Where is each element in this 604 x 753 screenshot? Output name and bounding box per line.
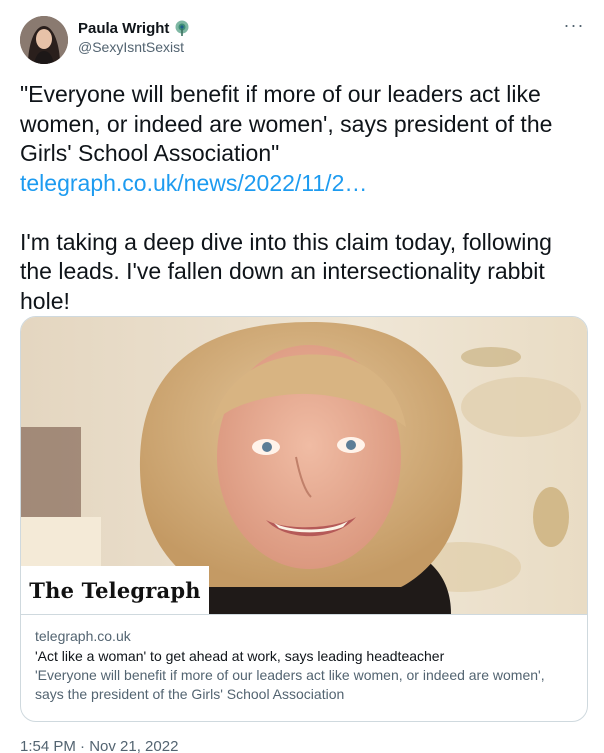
- tweet-timestamp[interactable]: 1:54 PM · Nov 21, 2022: [20, 738, 178, 753]
- avatar[interactable]: [20, 16, 68, 64]
- tweet-link[interactable]: telegraph.co.uk/news/2022/11/2…: [20, 169, 367, 199]
- card-domain: telegraph.co.uk: [35, 628, 131, 644]
- peacock-badge-icon: [173, 19, 191, 37]
- card-image: The Telegraph: [21, 317, 587, 614]
- author-handle[interactable]: @SexyIsntSexist: [78, 39, 191, 55]
- more-options-icon[interactable]: ···: [562, 16, 586, 40]
- card-description: 'Everyone will benefit if more of our le…: [35, 667, 545, 702]
- link-preview-card[interactable]: The Telegraph telegraph.co.uk 'Act like …: [20, 316, 588, 722]
- author-name[interactable]: Paula Wright: [78, 20, 169, 37]
- tweet-paragraph: "Everyone will benefit if more of our le…: [20, 81, 553, 166]
- tweet-paragraph: I'm taking a deep dive into this claim t…: [20, 228, 552, 314]
- tweet: Paula Wright @SexyIsntSexist ··· "Everyo…: [0, 0, 604, 753]
- tweet-text: "Everyone will benefit if more of our le…: [20, 80, 590, 316]
- masthead-text: The Telegraph: [29, 577, 201, 603]
- telegraph-masthead-logo: The Telegraph: [21, 566, 209, 614]
- author-info: Paula Wright @SexyIsntSexist: [78, 18, 191, 55]
- card-meta: telegraph.co.uk 'Act like a woman' to ge…: [21, 614, 587, 704]
- card-title: 'Act like a woman' to get ahead at work,…: [35, 648, 445, 664]
